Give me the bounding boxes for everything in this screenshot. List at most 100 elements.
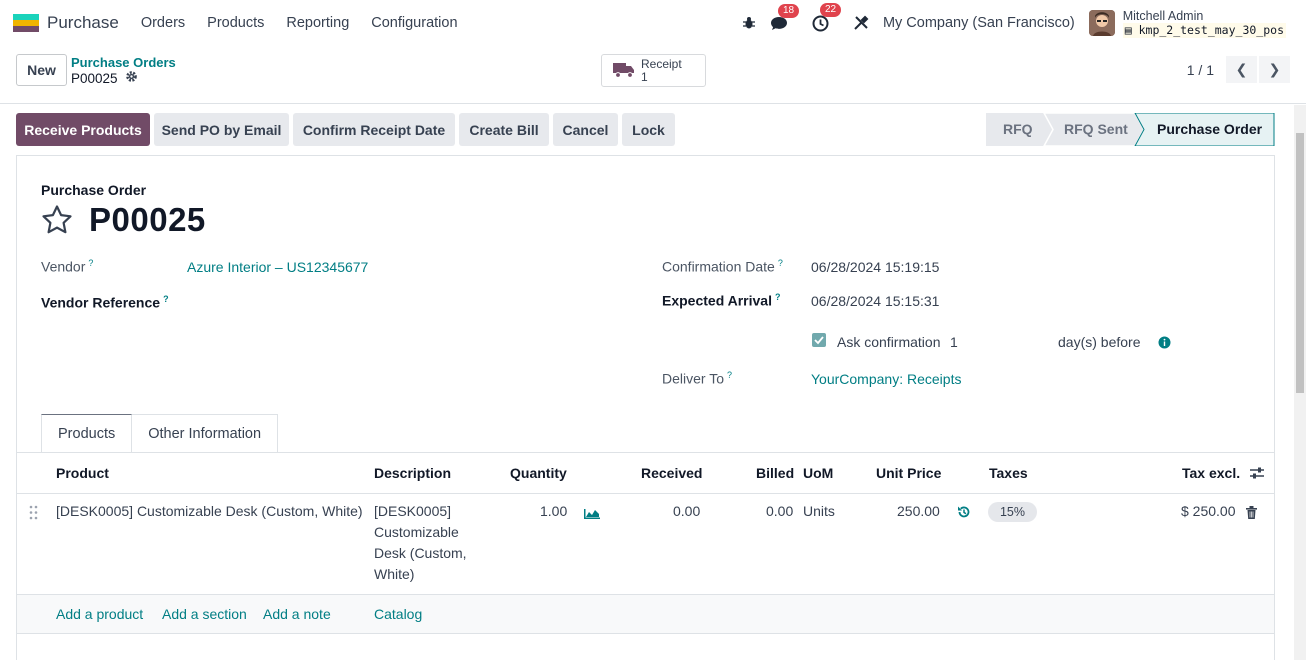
line-quantity[interactable]: 1.00 bbox=[540, 501, 567, 522]
company-switcher[interactable]: My Company (San Francisco) bbox=[883, 15, 1075, 31]
pager-value[interactable]: 1 / 1 bbox=[1187, 62, 1214, 78]
line-description-1: [DESK0005] bbox=[374, 503, 452, 519]
main-menu: Orders Products Reporting Configuration bbox=[130, 15, 469, 31]
trash-icon[interactable] bbox=[1246, 506, 1257, 522]
line-product[interactable]: [DESK0005] Customizable Desk (Custom, Wh… bbox=[56, 501, 363, 522]
star-icon[interactable] bbox=[41, 204, 73, 239]
info-icon[interactable] bbox=[1158, 336, 1171, 352]
confirmation-date-label-text: Confirmation Date bbox=[662, 258, 775, 275]
line-unit-price[interactable]: 250.00 bbox=[897, 501, 940, 522]
page-scrollbar[interactable] bbox=[1294, 105, 1306, 660]
tools-icon[interactable] bbox=[853, 15, 869, 31]
app-title[interactable]: Purchase bbox=[47, 13, 119, 33]
confirmation-date-field[interactable]: 06/28/2024 15:19:15 bbox=[811, 259, 939, 275]
line-description[interactable]: [DESK0005] Customizable Desk (Custom, Wh… bbox=[374, 501, 484, 585]
pager-next-button[interactable]: ❯ bbox=[1259, 56, 1290, 83]
check-icon bbox=[814, 336, 824, 345]
menu-orders[interactable]: Orders bbox=[130, 15, 196, 31]
receipt-smart-button[interactable]: Receipt 1 bbox=[601, 54, 706, 87]
line-description-3: Desk (Custom, bbox=[374, 545, 467, 561]
lock-button[interactable]: Lock bbox=[622, 113, 675, 146]
expected-arrival-label: Expected Arrival? bbox=[662, 292, 780, 309]
expected-arrival-field[interactable]: 06/28/2024 15:15:31 bbox=[811, 293, 939, 309]
purchase-app-icon bbox=[13, 14, 39, 32]
col-received[interactable]: Received bbox=[641, 465, 702, 481]
deliver-to-label-text: Deliver To bbox=[662, 370, 724, 387]
vendor-field[interactable]: Azure Interior – US12345677 bbox=[187, 259, 368, 275]
expected-arrival-label-text: Expected Arrival bbox=[662, 292, 772, 309]
col-billed[interactable]: Billed bbox=[756, 465, 794, 481]
confirm-receipt-date-button[interactable]: Confirm Receipt Date bbox=[293, 113, 455, 146]
help-icon[interactable]: ? bbox=[775, 292, 781, 302]
line-tax-tag[interactable]: 15% bbox=[988, 502, 1037, 522]
receive-products-button[interactable]: Receive Products bbox=[16, 113, 150, 146]
activities-icon[interactable]: 22 bbox=[812, 2, 842, 32]
col-quantity[interactable]: Quantity bbox=[510, 465, 567, 481]
line-received[interactable]: 0.00 bbox=[673, 501, 700, 522]
send-po-email-button[interactable]: Send PO by Email bbox=[154, 113, 289, 146]
ask-confirmation-days-input[interactable]: 1 bbox=[950, 334, 958, 350]
po-number: P00025 bbox=[89, 201, 206, 238]
breadcrumb-purchase-orders[interactable]: Purchase Orders bbox=[71, 55, 176, 70]
stage-rfq-sent[interactable]: RFQ Sent bbox=[1064, 121, 1128, 137]
action-bar: Receive Products Send PO by Email Confir… bbox=[0, 105, 1306, 155]
column-settings-icon[interactable] bbox=[1250, 466, 1264, 483]
ask-confirmation-checkbox[interactable] bbox=[812, 333, 826, 347]
forecast-chart-icon[interactable] bbox=[584, 506, 600, 522]
line-description-4: White) bbox=[374, 566, 415, 582]
database-icon: ▤ bbox=[1124, 22, 1139, 37]
breadcrumb-current: P00025 bbox=[71, 70, 138, 86]
tab-other-information[interactable]: Other Information bbox=[132, 414, 279, 453]
history-icon[interactable] bbox=[957, 505, 971, 522]
database-name-text: kmp_2_test_may_30_pos bbox=[1138, 22, 1284, 37]
add-note-link[interactable]: Add a note bbox=[263, 606, 331, 622]
menu-reporting[interactable]: Reporting bbox=[275, 15, 360, 31]
user-menu[interactable]: Mitchell Admin ▤ kmp_2_test_may_30_pos bbox=[1122, 8, 1286, 38]
ask-confirmation-label: Ask confirmation bbox=[837, 334, 941, 350]
app-brand[interactable]: Purchase bbox=[13, 13, 119, 33]
bug-icon[interactable] bbox=[742, 16, 756, 30]
vendor-label-text: Vendor bbox=[41, 258, 86, 275]
cancel-button[interactable]: Cancel bbox=[553, 113, 618, 146]
vendor-label: Vendor? bbox=[41, 258, 93, 275]
menu-products[interactable]: Products bbox=[196, 15, 275, 31]
messages-icon[interactable]: 18 bbox=[770, 3, 800, 31]
vendor-reference-label-text: Vendor Reference bbox=[41, 294, 161, 311]
chevron-left-icon: ❮ bbox=[1235, 61, 1248, 77]
help-icon[interactable]: ? bbox=[163, 294, 169, 304]
record-name: P00025 bbox=[71, 70, 118, 86]
tabs-divider bbox=[17, 452, 1274, 453]
vendor-reference-label: Vendor Reference? bbox=[41, 294, 169, 311]
drag-handle-icon[interactable] bbox=[29, 505, 38, 523]
stage-rfq[interactable]: RFQ bbox=[1003, 121, 1033, 137]
col-tax-excl[interactable]: Tax excl. bbox=[1182, 465, 1240, 481]
add-section-link[interactable]: Add a section bbox=[162, 606, 247, 622]
vendor-reference-input[interactable] bbox=[187, 291, 627, 315]
col-description[interactable]: Description bbox=[374, 465, 451, 481]
col-product[interactable]: Product bbox=[56, 465, 109, 481]
col-taxes[interactable]: Taxes bbox=[989, 465, 1028, 481]
new-button[interactable]: New bbox=[16, 54, 67, 86]
help-icon[interactable]: ? bbox=[778, 258, 783, 268]
catalog-link[interactable]: Catalog bbox=[374, 606, 422, 622]
pager-previous-button[interactable]: ❮ bbox=[1226, 56, 1257, 83]
create-bill-button[interactable]: Create Bill bbox=[459, 113, 549, 146]
line-uom[interactable]: Units bbox=[803, 501, 835, 522]
deliver-to-field[interactable]: YourCompany: Receipts bbox=[811, 371, 961, 387]
col-uom[interactable]: UoM bbox=[803, 465, 833, 481]
menu-configuration[interactable]: Configuration bbox=[360, 15, 468, 31]
help-icon[interactable]: ? bbox=[88, 258, 93, 268]
tab-products[interactable]: Products bbox=[41, 414, 133, 453]
line-tax-excl: $ 250.00 bbox=[1181, 503, 1236, 519]
col-unit-price[interactable]: Unit Price bbox=[876, 465, 941, 481]
activities-badge: 22 bbox=[819, 2, 842, 17]
scrollbar-thumb[interactable] bbox=[1296, 133, 1304, 393]
database-name: ▤ kmp_2_test_may_30_pos bbox=[1122, 22, 1286, 38]
add-product-link[interactable]: Add a product bbox=[56, 606, 143, 622]
truck-icon bbox=[613, 61, 635, 81]
gear-icon[interactable] bbox=[125, 70, 138, 86]
user-avatar[interactable] bbox=[1088, 10, 1115, 36]
user-name: Mitchell Admin bbox=[1122, 8, 1204, 23]
control-panel: New Purchase Orders P00025 Receipt 1 1 /… bbox=[0, 46, 1306, 104]
help-icon[interactable]: ? bbox=[727, 370, 732, 380]
